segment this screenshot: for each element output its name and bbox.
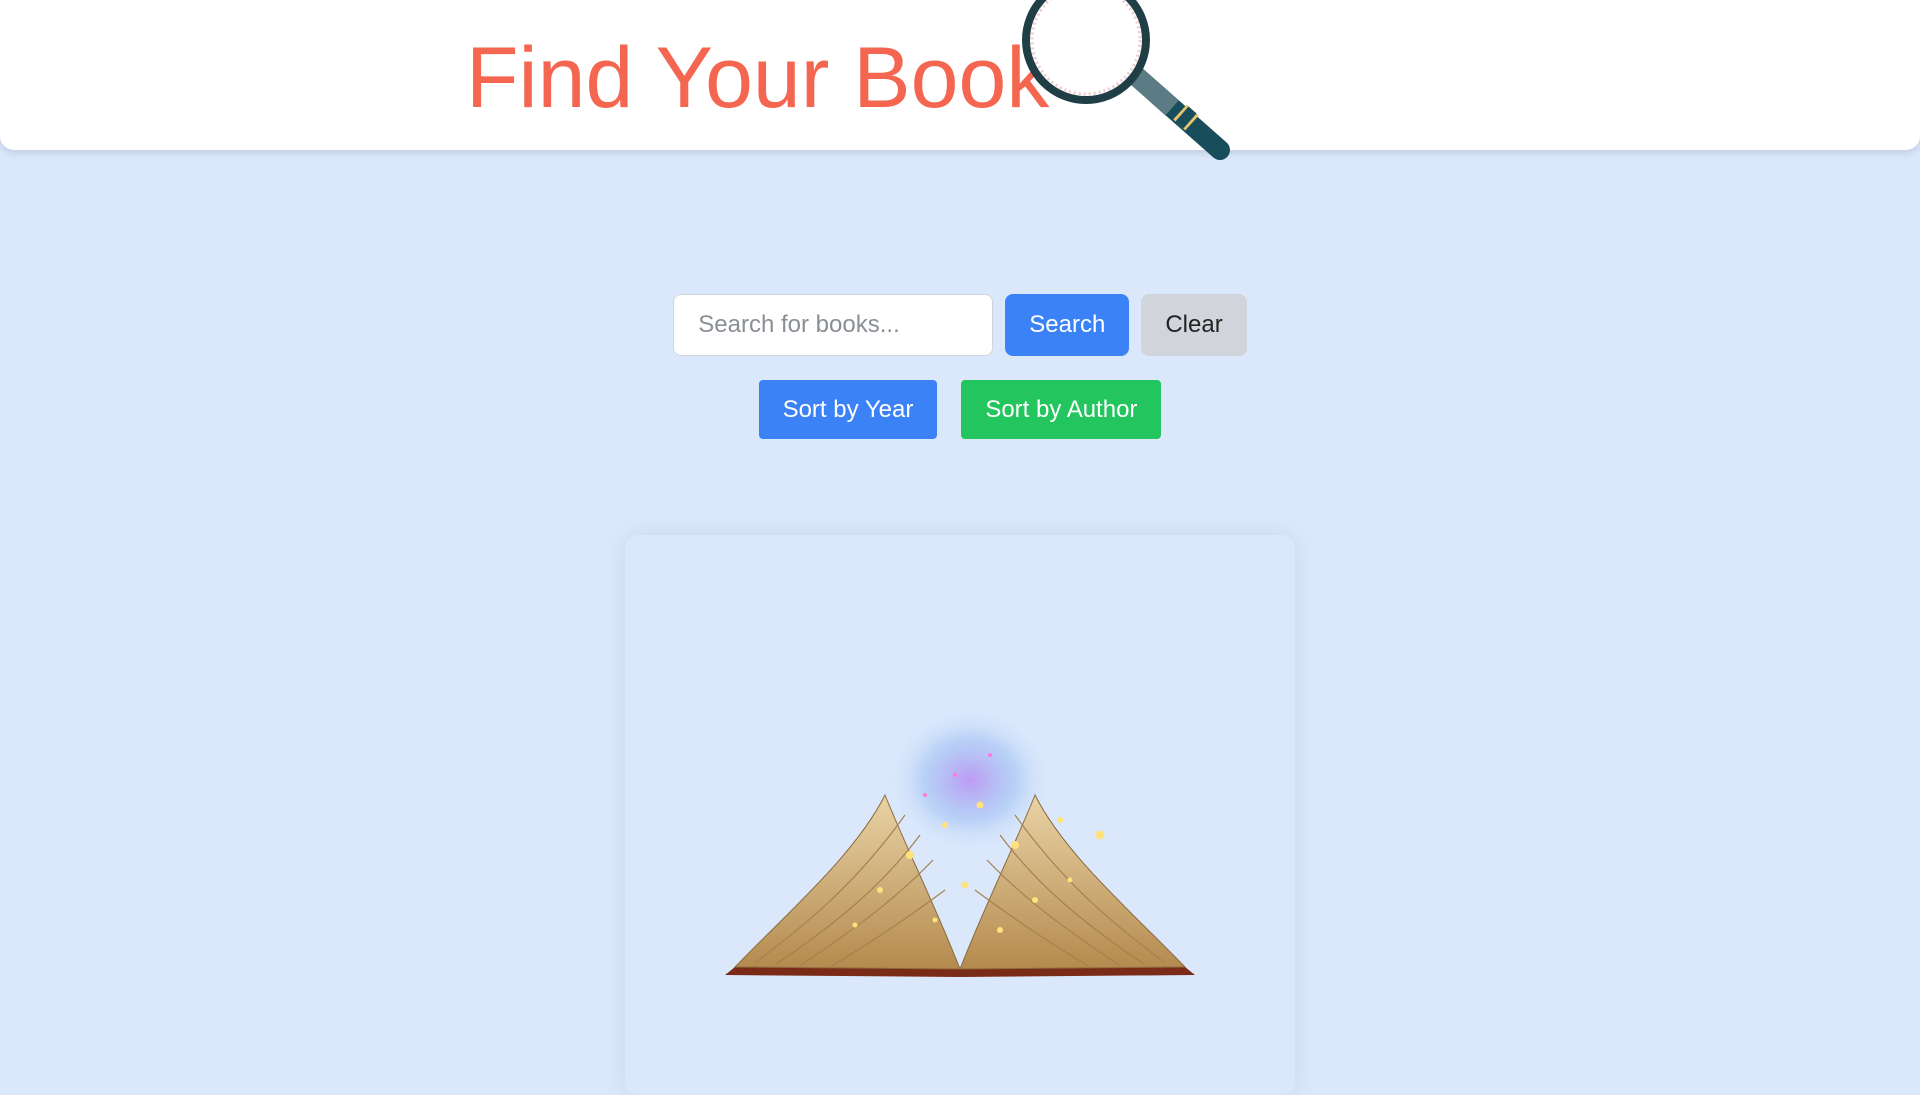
- sort-controls: Sort by Year Sort by Author: [0, 380, 1920, 439]
- search-bar: Search Clear: [0, 294, 1920, 356]
- search-button[interactable]: Search: [1005, 294, 1130, 356]
- book-card: [625, 535, 1295, 1095]
- page-header: Find Your Book: [0, 0, 1920, 150]
- open-book-illustration: [725, 705, 1195, 977]
- page-title: Find Your Book: [466, 30, 1050, 126]
- sort-by-year-button[interactable]: Sort by Year: [758, 380, 938, 439]
- magnifying-glass-icon: [1022, 0, 1230, 160]
- clear-button[interactable]: Clear: [1141, 294, 1247, 356]
- search-input[interactable]: [673, 294, 994, 356]
- sort-by-author-button[interactable]: Sort by Author: [961, 380, 1162, 439]
